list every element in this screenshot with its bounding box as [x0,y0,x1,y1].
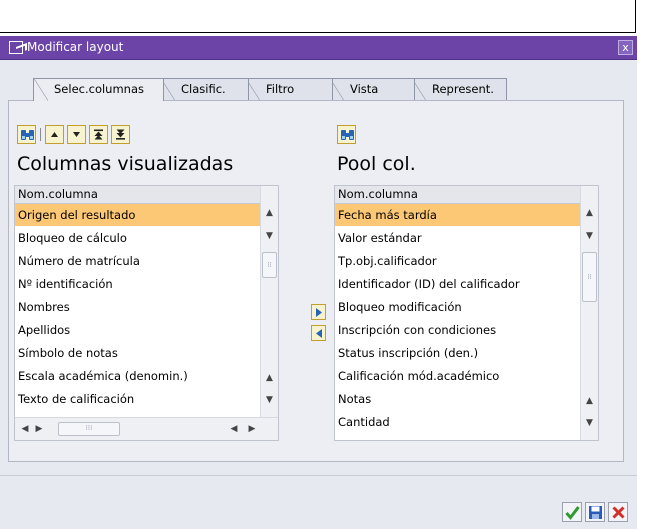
left-toolbar [14,123,279,150]
table-row[interactable]: Fecha más tardía [335,204,580,227]
table-row[interactable]: Bloqueo modificación [335,296,580,319]
table-row[interactable]: Símbolo de notas [15,342,260,365]
confirm-button[interactable] [562,502,582,522]
tab-panel: Columnas visualizadas Nom.columna Origen… [8,100,624,462]
page-down-icon[interactable]: ▼ [262,393,277,408]
table-row[interactable]: Escala académica (denomin.) [15,365,260,388]
add-column-button[interactable] [311,304,326,320]
table-row[interactable]: Cantidad [335,411,580,440]
column-pool-title: Pool col. [337,153,416,175]
scroll-left-icon[interactable]: ◀ [19,422,31,436]
right-toolbar [334,123,599,150]
page-up-icon[interactable]: ▲ [262,371,277,386]
tab-vista[interactable]: Vista [329,78,415,101]
table-row[interactable]: Tp.obj.calificador [335,250,580,273]
column-header[interactable]: Nom.columna [335,186,580,204]
dialog-edit-icon [9,41,23,54]
scroll-thumb[interactable]: ⁞⁞ [262,252,277,278]
dialog-titlebar: Modificar layout x [0,36,637,60]
toolbar-separator [40,128,41,141]
table-row[interactable]: Status inscripción (den.) [335,342,580,365]
scroll-up-icon[interactable]: ▲ [262,206,277,221]
move-down-icon[interactable] [67,125,86,144]
vertical-scrollbar[interactable]: ▲ ▼ ⁞⁞ ▲ ▼ [580,186,598,440]
page-up-icon[interactable]: ▲ [582,394,597,409]
horizontal-scrollbar[interactable]: ◀ ▶ ⁞⁞⁞ ◀ ▶ [15,417,278,440]
table-row[interactable]: Notas [335,388,580,411]
table-row[interactable]: Nº identificación [15,273,260,296]
displayed-columns-title: Columnas visualizadas [17,153,234,175]
close-button[interactable]: x [618,40,633,55]
h-scroll-thumb[interactable]: ⁞⁞⁞ [58,422,120,436]
find-icon[interactable] [17,125,36,144]
cancel-button[interactable] [608,502,628,522]
remove-column-button[interactable] [311,325,326,341]
table-row[interactable]: Número de matrícula [15,250,260,273]
move-up-icon[interactable] [45,125,64,144]
tab-clasific[interactable]: Clasific. [160,78,249,101]
table-row[interactable]: Nombres [15,296,260,319]
table-row[interactable]: Calificación mód.académico [335,365,580,388]
scroll-down-icon[interactable]: ▼ [262,229,277,244]
scroll-left-icon[interactable]: ◀ [228,422,240,436]
table-row[interactable]: Apellidos [15,319,260,342]
scroll-thumb[interactable]: ⁞⁞ [582,252,597,302]
dialog-title: Modificar layout [27,40,124,54]
displayed-columns-table: Nom.columna Origen del resultado Bloqueo… [14,185,279,441]
tab-selec-columnas[interactable]: Selec.columnas [33,78,164,101]
displayed-columns-group: Columnas visualizadas Nom.columna Origen… [14,123,279,443]
table-row[interactable]: Origen del resultado [15,204,260,227]
column-pool-group: Pool col. Nom.columna Fecha más tardía V… [334,123,599,443]
column-header[interactable]: Nom.columna [15,186,260,204]
save-button[interactable] [585,502,605,522]
footer-divider [0,475,637,476]
table-row[interactable]: Identificador (ID) del calificador [335,273,580,296]
scroll-right-icon[interactable]: ▶ [33,422,45,436]
tab-filtro[interactable]: Filtro [245,78,333,101]
vertical-scrollbar[interactable]: ▲ ▼ ⁞⁞ ▲ ▼ [260,186,278,417]
table-row[interactable]: Inscripción con condiciones [335,319,580,342]
background-window-frame [0,0,636,33]
table-row[interactable]: Bloqueo de cálculo [15,227,260,250]
modify-layout-dialog: Modificar layout x Represent. Vista Filt… [0,36,637,529]
scroll-down-icon[interactable]: ▼ [582,229,597,244]
tab-represent[interactable]: Represent. [411,78,507,101]
table-row[interactable]: Valor estándar [335,227,580,250]
move-top-icon[interactable] [89,125,108,144]
scroll-right-icon[interactable]: ▶ [246,422,258,436]
page-down-icon[interactable]: ▼ [582,416,597,431]
scroll-up-icon[interactable]: ▲ [582,206,597,221]
table-row[interactable]: Texto de calificación [15,388,260,411]
column-pool-table: Nom.columna Fecha más tardía Valor están… [334,185,599,441]
find-icon[interactable] [337,125,356,144]
move-bottom-icon[interactable] [111,125,130,144]
